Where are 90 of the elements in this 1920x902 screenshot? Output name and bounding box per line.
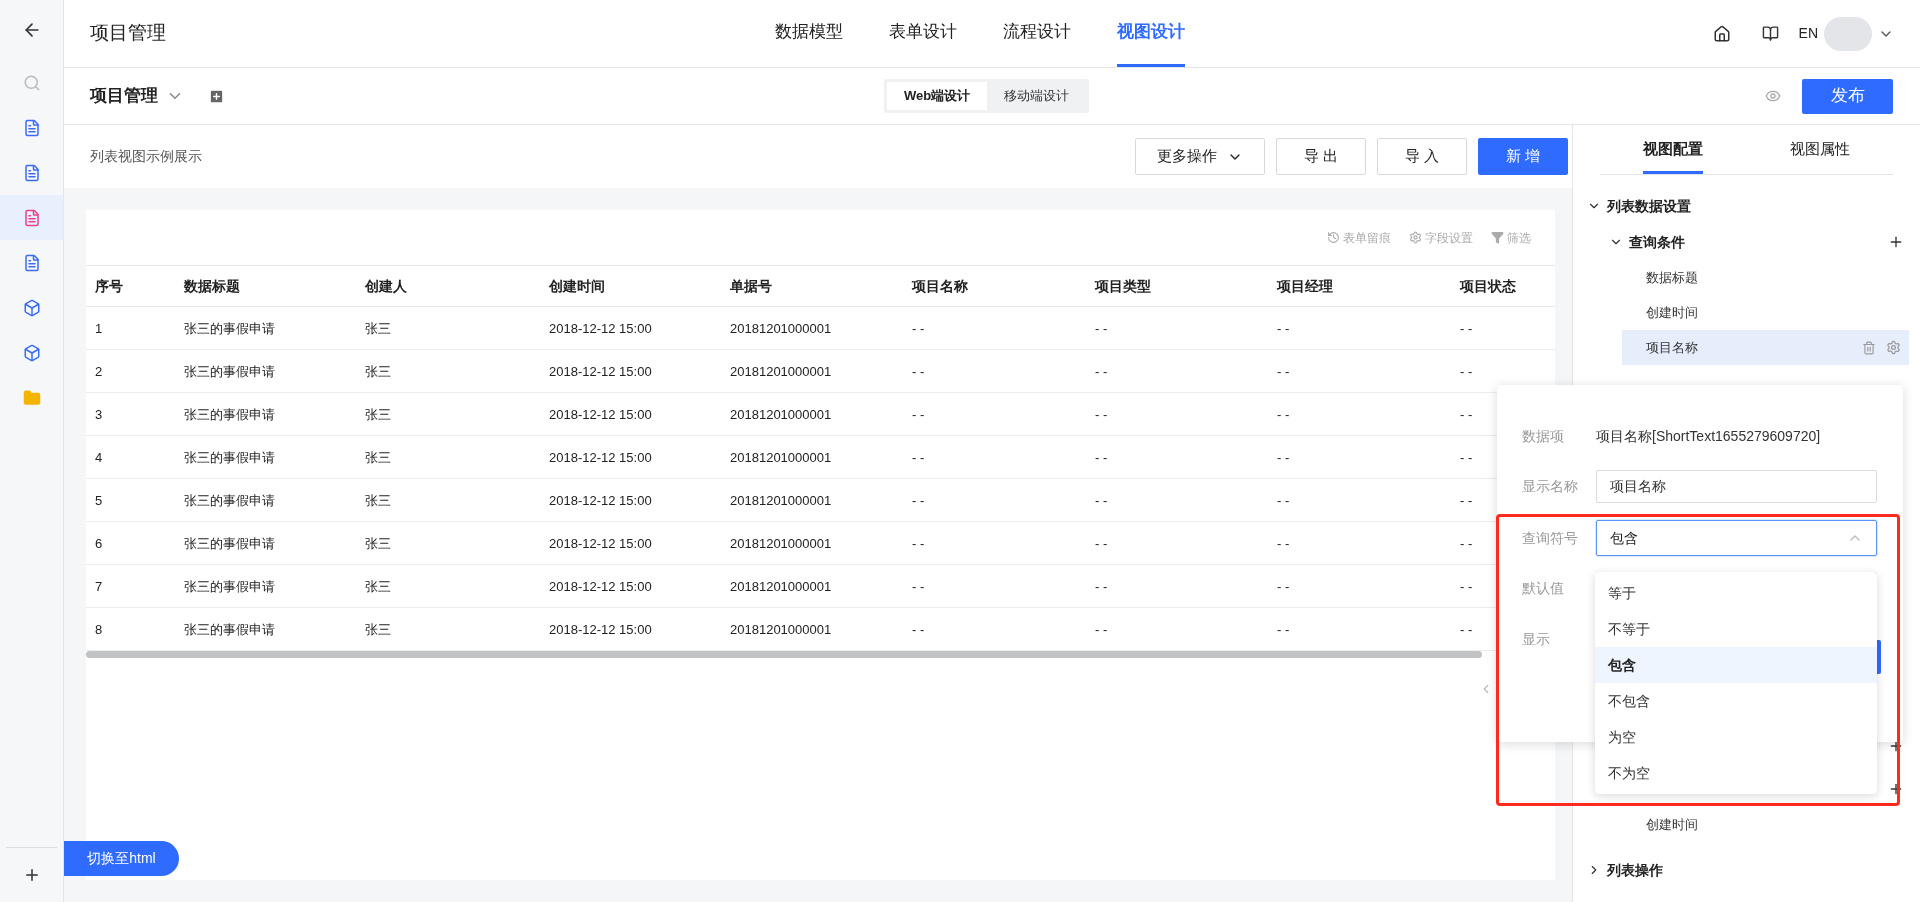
column-header: 项目状态	[1458, 276, 1517, 296]
table-cell: 20181201000001	[730, 364, 832, 379]
field-label: 数据项	[1522, 426, 1565, 446]
table-cell: 3	[95, 407, 103, 422]
table-cell: 张三的事假申请	[184, 407, 275, 422]
table-cell: - -	[1277, 579, 1290, 594]
column-header: 创建人	[364, 276, 408, 296]
table-cell: - -	[1095, 536, 1108, 551]
table-cell: - -	[912, 493, 925, 508]
table-cell: 张三的事假申请	[184, 622, 275, 637]
table-cell: - -	[1095, 622, 1108, 637]
table-cell: 20181201000001	[730, 536, 832, 551]
column-header: 项目名称	[910, 276, 969, 296]
table-cell: 7	[95, 579, 103, 594]
table-cell: 张三	[365, 579, 391, 594]
table-cell: - -	[1460, 364, 1473, 379]
table-cell: - -	[1277, 536, 1290, 551]
table-cell: - -	[912, 579, 925, 594]
table-cell: - -	[912, 364, 925, 379]
table-cell: - -	[1095, 407, 1108, 422]
view-caption: 列表视图示例展示	[90, 147, 202, 166]
app-title: 项目管理	[90, 22, 166, 44]
table-cell: 张三的事假申请	[184, 493, 275, 508]
table-cell: 8	[95, 622, 103, 637]
table-cell: - -	[1095, 450, 1108, 465]
column-header: 序号	[94, 276, 124, 296]
table-cell: 2018-12-12 15:00	[549, 450, 652, 465]
table-cell: - -	[1460, 450, 1473, 465]
table-cell: 张三	[365, 622, 391, 637]
table-cell: - -	[1460, 321, 1473, 336]
column-header: 数据标题	[183, 276, 241, 296]
field-label: 显示名称	[1522, 476, 1579, 496]
table-cell: 2018-12-12 15:00	[549, 536, 652, 551]
table-cell: 20181201000001	[730, 321, 832, 336]
table-cell: 2018-12-12 15:00	[549, 364, 652, 379]
table-cell: 2018-12-12 15:00	[549, 493, 652, 508]
table-cell: 2018-12-12 15:00	[549, 321, 652, 336]
table-cell: 5	[95, 493, 103, 508]
table-cell: 张三的事假申请	[184, 321, 275, 336]
table-cell: 20181201000001	[730, 450, 832, 465]
table-cell: 1	[95, 321, 103, 336]
table-cell: 4	[95, 450, 103, 465]
table-cell: - -	[912, 321, 925, 336]
table-cell: 张三	[365, 321, 391, 336]
table-cell: - -	[1277, 364, 1290, 379]
table-cell: 张三的事假申请	[184, 536, 275, 551]
table-cell: 张三的事假申请	[184, 450, 275, 465]
table-cell: 张三	[365, 364, 391, 379]
table-cell: - -	[912, 536, 925, 551]
field-label: 查询符号	[1522, 528, 1579, 548]
table-cell: - -	[1095, 321, 1108, 336]
table-cell: 2018-12-12 15:00	[549, 622, 652, 637]
table-cell: - -	[1277, 407, 1290, 422]
table-cell: 张三	[365, 493, 391, 508]
page-title: 项目管理	[90, 85, 158, 108]
table-cell: 张三	[365, 536, 391, 551]
table-cell: 2	[95, 364, 103, 379]
table-cell: - -	[1460, 493, 1473, 508]
table-cell: 2018-12-12 15:00	[549, 579, 652, 594]
table-cell: - -	[1277, 321, 1290, 336]
table-cell: - -	[1095, 364, 1108, 379]
field-label: 显示	[1522, 629, 1551, 649]
table-cell: - -	[1460, 579, 1473, 594]
table-cell: 20181201000001	[730, 493, 832, 508]
table-cell: 张三的事假申请	[184, 364, 275, 379]
table-cell: - -	[912, 622, 925, 637]
field-value: 项目名称[ShortText1655279609720]	[1596, 426, 1821, 446]
table-cell: - -	[912, 407, 925, 422]
table-cell: - -	[1095, 493, 1108, 508]
table-cell: 20181201000001	[730, 622, 832, 637]
table-cell: 20181201000001	[730, 579, 832, 594]
table-cell: 张三的事假申请	[184, 579, 275, 594]
table-cell: 张三	[365, 407, 391, 422]
column-header: 项目经理	[1275, 276, 1334, 296]
table-cell: 张三	[365, 450, 391, 465]
table-cell: - -	[1277, 493, 1290, 508]
table-cell: - -	[1460, 622, 1473, 637]
table-cell: - -	[1277, 450, 1290, 465]
table-cell: 20181201000001	[730, 407, 832, 422]
table-cell: - -	[912, 450, 925, 465]
table-cell: - -	[1460, 536, 1473, 551]
table-cell: 2018-12-12 15:00	[549, 407, 652, 422]
field-label: 默认值	[1522, 578, 1565, 598]
table-cell: - -	[1277, 622, 1290, 637]
table-cell: - -	[1460, 407, 1473, 422]
column-header: 创建时间	[548, 276, 606, 296]
table-cell: - -	[1095, 579, 1108, 594]
column-header: 单据号	[729, 276, 773, 296]
column-header: 项目类型	[1093, 276, 1152, 296]
table-cell: 6	[95, 536, 103, 551]
